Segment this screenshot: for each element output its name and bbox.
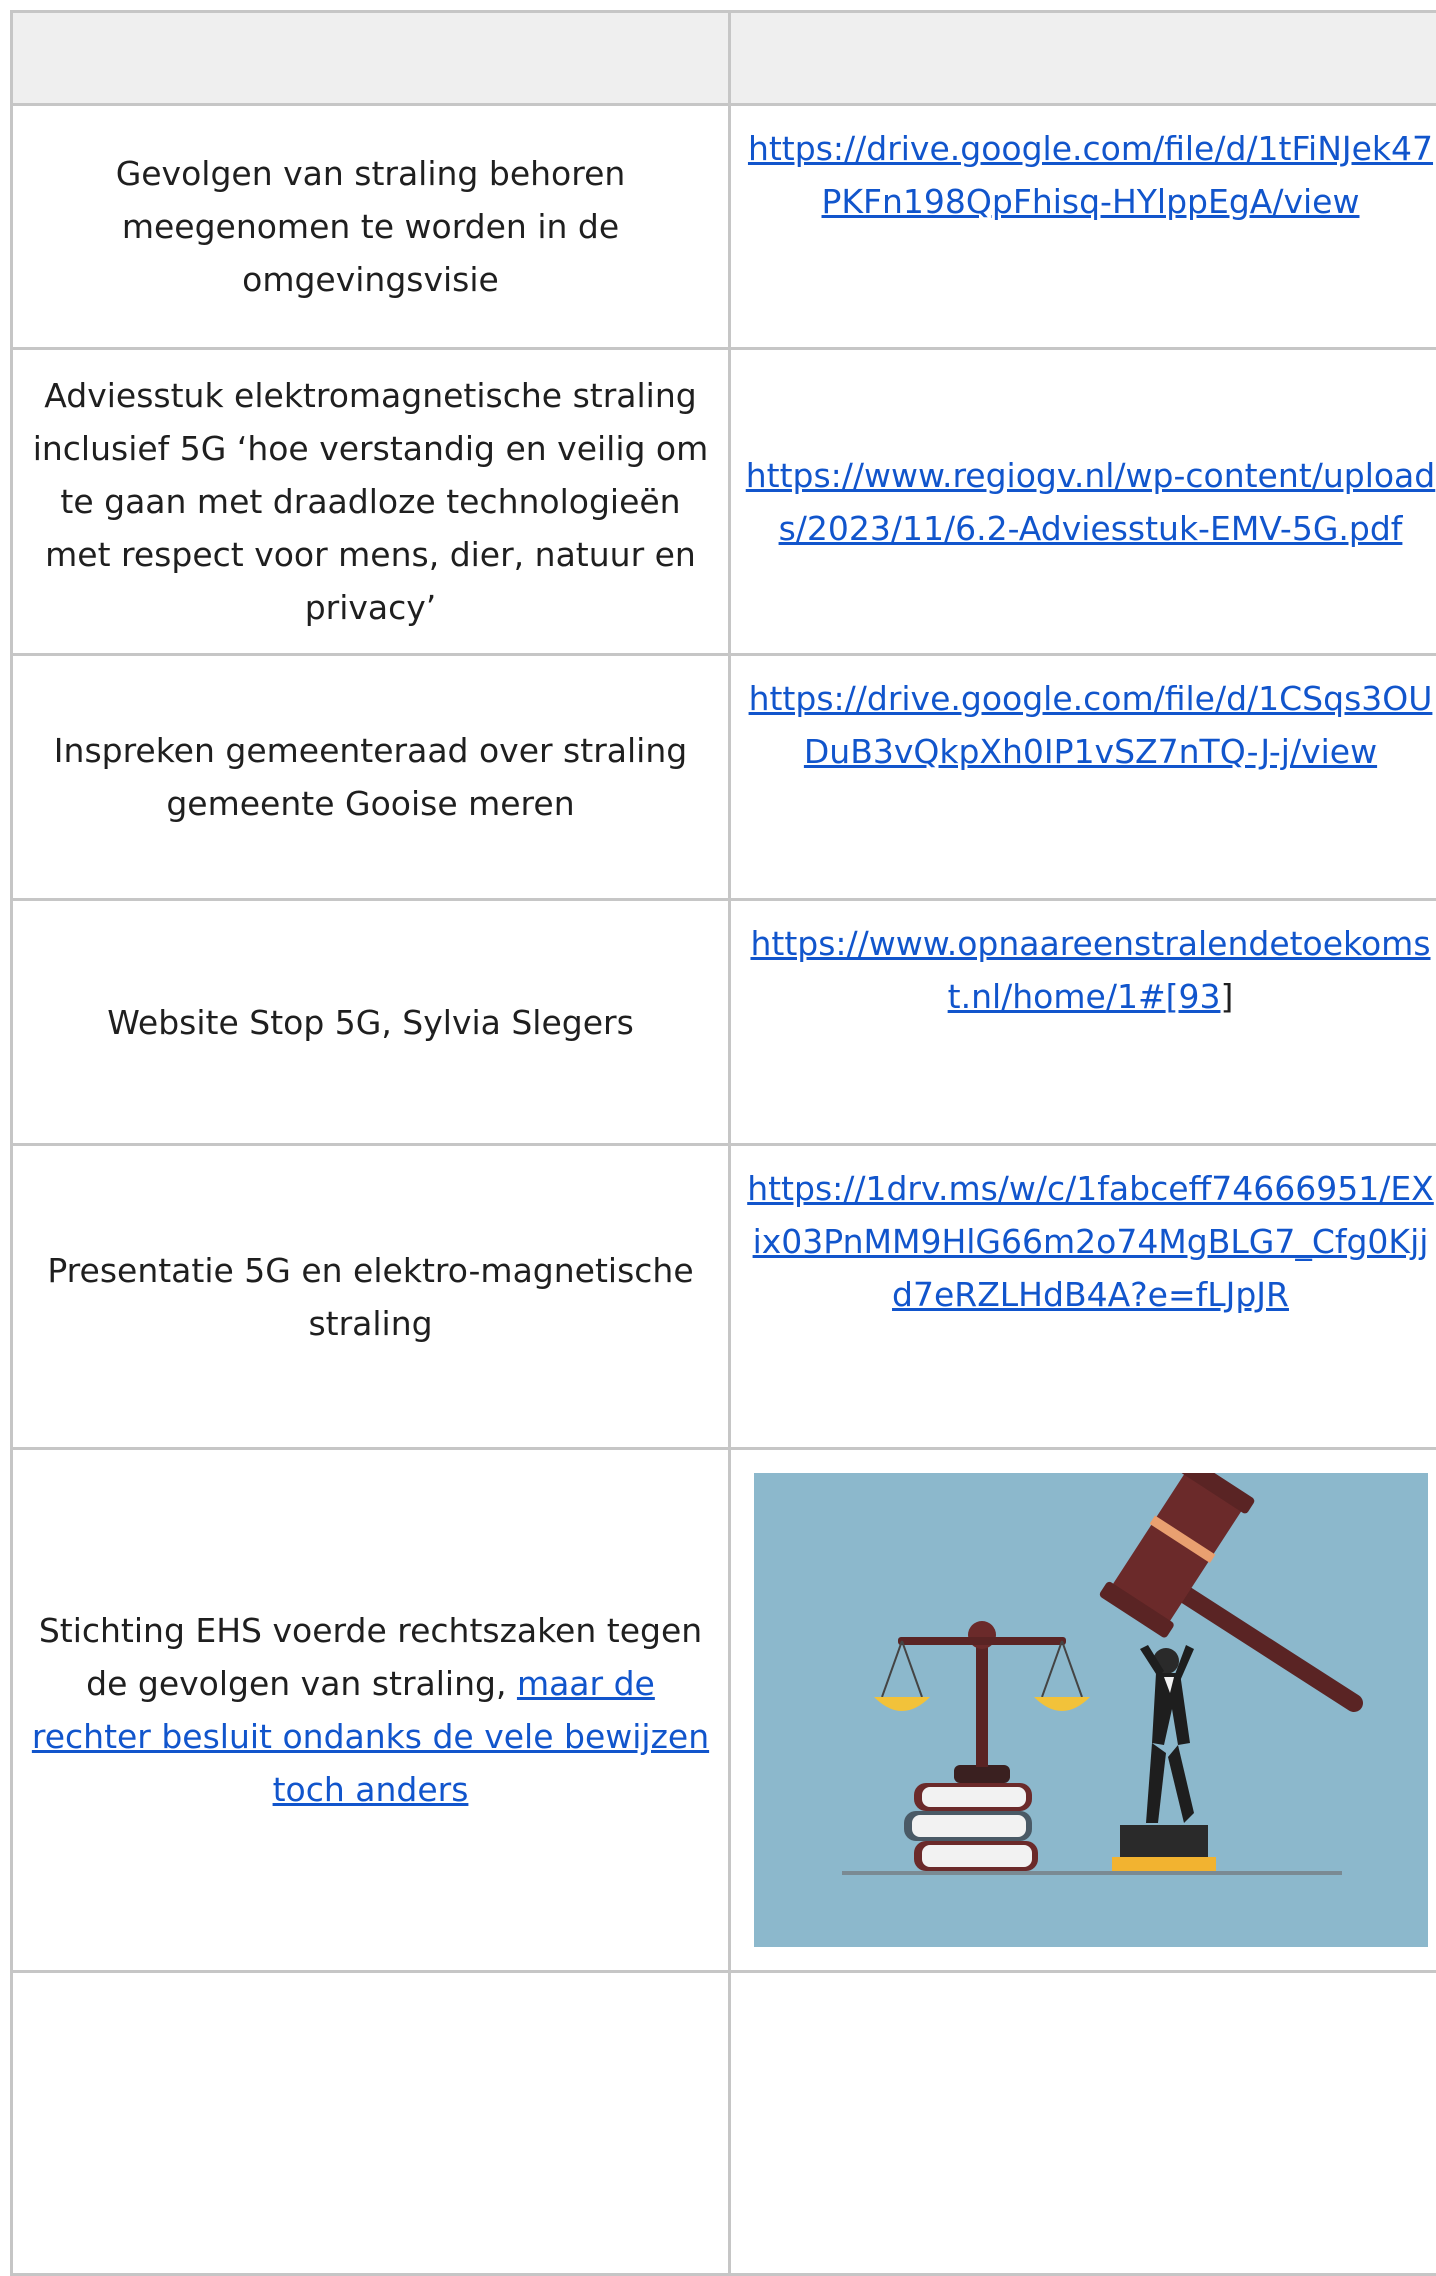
header-cell-2 (730, 12, 1436, 105)
document-table: Gevolgen van straling behoren meegenomen… (10, 10, 1436, 2276)
footnote-link[interactable]: [93 (1166, 977, 1221, 1016)
source-link[interactable]: https://drive.google.com/file/d/1CSqs3OU… (749, 679, 1433, 771)
table-row: Gevolgen van straling behoren meegenomen… (12, 105, 1436, 349)
table-row: Presentatie 5G en elektro-magnetische st… (12, 1145, 1436, 1449)
source-link[interactable]: https://drive.google.com/file/d/1tFiNJek… (748, 129, 1433, 221)
table-row: Stichting EHS voerde rechtszaken tegen d… (12, 1449, 1436, 1972)
gavel-scales-justice-illustration (754, 1473, 1428, 1947)
description-cell: Gevolgen van straling behoren meegenomen… (12, 105, 730, 349)
source-link[interactable]: https://1drv.ms/w/c/1fabceff74666951/EXi… (747, 1169, 1434, 1314)
footnote-bracket: ] (1220, 977, 1233, 1016)
table-header-row (12, 12, 1436, 105)
description-cell (12, 1972, 730, 2275)
description-cell: Inspreken gemeenteraad over straling gem… (12, 655, 730, 900)
link-cell (730, 1972, 1436, 2275)
table-row (12, 1972, 1436, 2275)
table-row: Adviesstuk elektromagnetische straling i… (12, 349, 1436, 655)
description-cell: Presentatie 5G en elektro-magnetische st… (12, 1145, 730, 1449)
table-row: Inspreken gemeenteraad over straling gem… (12, 655, 1436, 900)
link-cell: https://drive.google.com/file/d/1tFiNJek… (730, 105, 1436, 349)
description-cell: Adviesstuk elektromagnetische straling i… (12, 349, 730, 655)
header-cell-1 (12, 12, 730, 105)
description-cell: Stichting EHS voerde rechtszaken tegen d… (12, 1449, 730, 1972)
link-cell: https://www.regiogv.nl/wp-content/upload… (730, 349, 1436, 655)
table-row: Website Stop 5G, Sylvia Slegers https://… (12, 900, 1436, 1145)
description-cell: Website Stop 5G, Sylvia Slegers (12, 900, 730, 1145)
source-link[interactable]: https://www.regiogv.nl/wp-content/upload… (746, 456, 1435, 548)
link-cell: https://drive.google.com/file/d/1CSqs3OU… (730, 655, 1436, 900)
link-cell: https://1drv.ms/w/c/1fabceff74666951/EXi… (730, 1145, 1436, 1449)
image-cell (730, 1449, 1436, 1972)
link-cell: https://www.opnaareenstralendetoekomst.n… (730, 900, 1436, 1145)
source-link[interactable]: https://www.opnaareenstralendetoekomst.n… (750, 924, 1430, 1016)
